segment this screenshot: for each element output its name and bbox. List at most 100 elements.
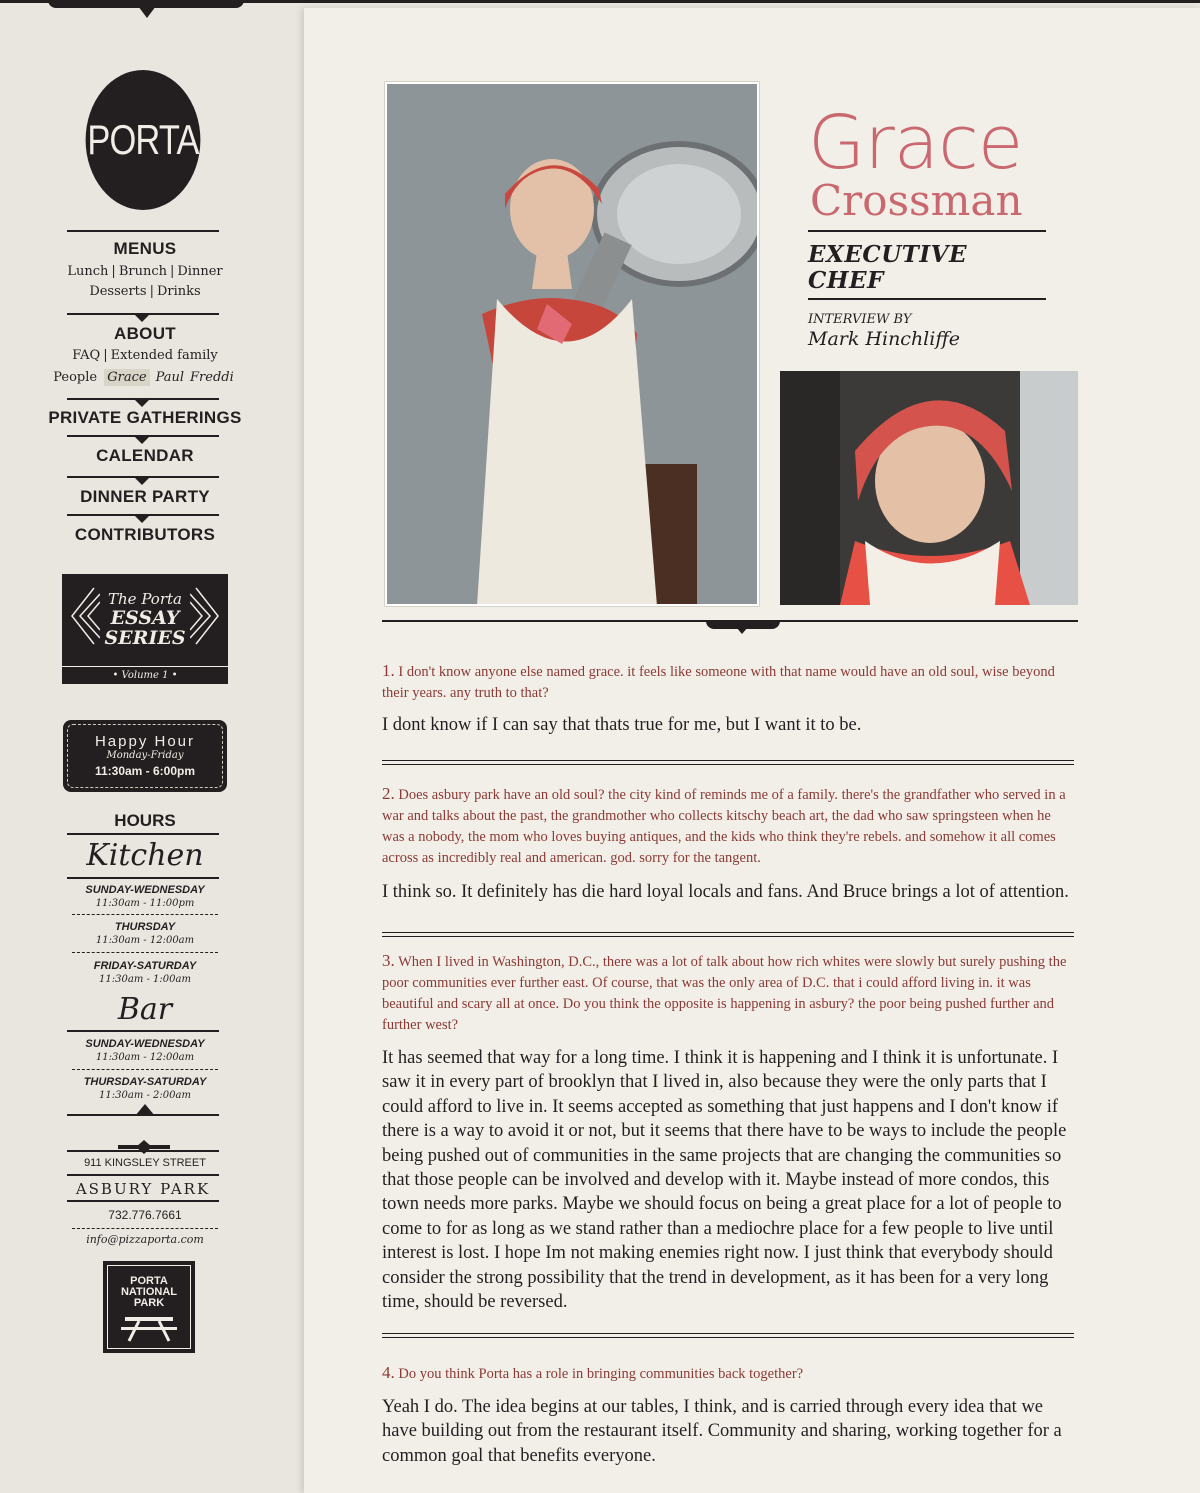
essay-volume: • Volume 1 • (62, 666, 228, 684)
profile-role: EXECUTIVE CHEF (808, 242, 967, 294)
nav-dinner-party[interactable]: DINNER PARTY (0, 487, 290, 507)
nav-menus[interactable]: MENUS (0, 239, 290, 259)
top-tab (48, 0, 244, 18)
nav-link-grace[interactable]: Grace (104, 369, 150, 386)
kitchen-title: Kitchen (86, 838, 204, 873)
divider (67, 398, 219, 407)
nav-link-lunch[interactable]: Lunch (67, 264, 108, 279)
chevron-left-icon (71, 587, 100, 645)
question-number: 3. (382, 951, 395, 970)
nav-link-desserts[interactable]: Desserts (89, 284, 146, 299)
question-text: Do you think Porta has a role in bringin… (398, 1366, 804, 1382)
menus-links-row2: Desserts | Drinks (89, 284, 201, 299)
nav-link-faq[interactable]: FAQ (72, 348, 100, 363)
double-divider (382, 760, 1074, 765)
answer-3: It has seemed that way for a long time. … (382, 1048, 1067, 1313)
porta-logo[interactable]: PORTA (85, 70, 201, 210)
kitchen-time: 11:30am - 11:00pm (95, 898, 195, 909)
question-text: I don't know anyone else named grace. it… (382, 664, 1055, 701)
divider (67, 514, 219, 523)
nav-about[interactable]: ABOUT (0, 324, 290, 344)
menus-links-row1: Lunch | Brunch | Dinner (67, 264, 223, 279)
nav-calendar[interactable]: CALENDAR (0, 446, 290, 466)
bar-time: 11:30am - 12:00am (95, 1052, 195, 1063)
nav-link-drinks[interactable]: Drinks (157, 284, 201, 299)
closeup-photo (780, 371, 1078, 605)
nav-link-extended-family[interactable]: Extended family (111, 348, 218, 363)
divider (67, 1174, 219, 1176)
question-number: 4. (382, 1363, 395, 1382)
divider (72, 914, 218, 915)
park-frame: PORTA NATIONAL PARK (107, 1265, 191, 1349)
divider (67, 1150, 219, 1152)
nav-link-brunch[interactable]: Brunch (119, 264, 167, 279)
interviewer-name: Mark Hinchliffe (808, 328, 961, 350)
nav-private-gatherings[interactable]: PRIVATE GATHERINGS (0, 408, 290, 428)
interview-panel: Grace Crossman EXECUTIVE CHEF INTERVIEW … (304, 8, 1200, 1493)
kitchen-time: 11:30am - 1:00am (99, 974, 191, 985)
kitchen-day: SUNDAY-WEDNESDAY (85, 884, 205, 896)
chef-closeup-image (780, 371, 1078, 605)
divider (67, 230, 219, 232)
divider (72, 952, 218, 953)
double-divider (382, 932, 1074, 937)
question-4: 4. Do you think Porta has a role in brin… (382, 1362, 1072, 1385)
kitchen-time: 11:30am - 12:00am (95, 935, 195, 946)
divider (67, 833, 219, 835)
triangle-up-icon (135, 1104, 155, 1116)
divider-notch (706, 621, 780, 634)
divider (67, 313, 219, 322)
divider (67, 435, 219, 444)
question-number: 2. (382, 784, 395, 803)
happy-hour-days: Monday-Friday (106, 750, 184, 761)
question-text: When I lived in Washington, D.C., there … (382, 954, 1067, 1033)
profile-last-name: Crossman (810, 176, 1023, 225)
sidebar: PORTA MENUS Lunch | Brunch | Dinner Desserts… (0, 0, 290, 1493)
picnic-table-icon (121, 1317, 177, 1342)
chef-with-pan-image (387, 84, 757, 604)
address-email[interactable]: info@pizzaporta.com (0, 1233, 290, 1246)
answer-2: I think so. It definitely has die hard l… (382, 882, 1069, 902)
profile-first-name: Grace (808, 100, 1023, 186)
address-phone[interactable]: 732.776.7661 (0, 1208, 290, 1222)
bar-title: Bar (117, 992, 173, 1027)
nav-link-paul[interactable]: Paul (156, 370, 184, 385)
essay-badge-body: The Porta ESSAY SERIES (62, 574, 228, 666)
question-1: 1. I don't know anyone else named grace.… (382, 660, 1072, 704)
answer-4: Yeah I do. The idea begins at our tables… (382, 1397, 1062, 1466)
nav-link-freddi[interactable]: Freddi (190, 370, 234, 385)
nav-contributors[interactable]: CONTRIBUTORS (0, 525, 290, 545)
nav-link-dinner[interactable]: Dinner (177, 264, 222, 279)
bar-day: THURSDAY-SATURDAY (83, 1076, 207, 1088)
park-line3: PARK (133, 1297, 165, 1309)
divider (808, 298, 1046, 300)
about-links-row1: FAQ | Extended family (72, 348, 218, 363)
porta-national-park-badge[interactable]: PORTA NATIONAL PARK (103, 1261, 195, 1353)
divider (67, 877, 219, 879)
happy-hour-frame: Happy Hour Monday-Friday 11:30am - 6:00p… (67, 724, 223, 788)
address-city: ASBURY PARK (75, 1180, 211, 1198)
kitchen-day: THURSDAY (114, 921, 176, 933)
park-line1: PORTA (130, 1275, 168, 1287)
divider (808, 230, 1046, 232)
hours-title: HOURS (114, 811, 176, 830)
profile-role-line1: EXECUTIVE (808, 241, 968, 268)
happy-hour-time: 11:30am - 6:00pm (94, 764, 196, 778)
question-number: 1. (382, 661, 395, 680)
divider (67, 1030, 219, 1032)
happy-hour-title: Happy Hour (94, 733, 196, 750)
about-links-row2: People Grace Paul Freddi (0, 368, 290, 388)
essay-series-badge[interactable]: The Porta ESSAY SERIES • Volume 1 • (62, 574, 228, 684)
chevron-right-icon (190, 587, 219, 645)
divider (72, 1069, 218, 1070)
question-2: 2. Does asbury park have an old soul? th… (382, 783, 1072, 869)
kitchen-day: FRIDAY-SATURDAY (93, 960, 197, 972)
divider (67, 1200, 219, 1202)
bar-day: SUNDAY-WEDNESDAY (85, 1038, 205, 1050)
address-street: 911 KINGSLEY STREET (84, 1157, 206, 1169)
profile-role-line2: CHEF (808, 267, 884, 294)
divider (67, 476, 219, 485)
nav-link-people[interactable]: People (53, 370, 97, 385)
portrait-image (387, 84, 757, 604)
divider (72, 1228, 218, 1229)
